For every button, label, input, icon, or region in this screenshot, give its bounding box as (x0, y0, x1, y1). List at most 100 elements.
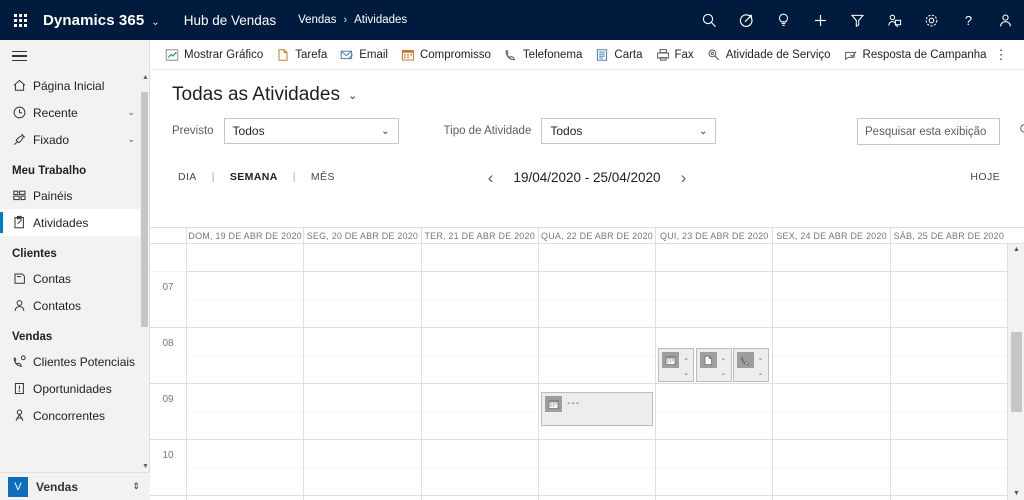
command-resposta-de-campanha[interactable]: Resposta de Campanha (840, 40, 996, 70)
filter-select-tipo-de-atividade[interactable]: Todos ⌄ (541, 118, 717, 144)
user-avatar-icon[interactable] (987, 0, 1024, 40)
calendar-date-range: 19/04/2020 - 25/04/2020 (513, 169, 661, 185)
sidebar-item-oportunidades[interactable]: Oportunidades (0, 375, 149, 402)
calendar-event[interactable]: --- (732, 348, 769, 382)
app-launcher-waffle-icon[interactable] (0, 0, 40, 40)
settings-gear-icon[interactable] (913, 0, 950, 40)
clock-icon (12, 105, 33, 120)
chevron-down-icon[interactable]: ⌄ (381, 126, 389, 137)
sidebar-item-recente[interactable]: Recente ⌄ (0, 99, 149, 126)
command-label: Carta (614, 48, 643, 61)
sidebar-item-label: Clientes Potenciais (33, 354, 136, 369)
sidebar-item-contas[interactable]: Contas (0, 265, 149, 292)
appointment-icon (545, 396, 563, 412)
time-label: 07 (162, 282, 174, 293)
day-header-sab: SÁB, 25 DE ABR DE 2020 (889, 228, 1007, 243)
command-telefonema[interactable]: Telefonema (500, 40, 591, 70)
brand-dynamics365[interactable]: Dynamics 365 ⌄ (43, 12, 160, 29)
calendar-event[interactable]: --- (695, 348, 732, 382)
chevron-down-icon[interactable]: ⌄ (348, 89, 357, 102)
area-switcher-updown-icon[interactable]: ⇕ (132, 482, 140, 491)
day-header-ter: TER, 21 DE ABR DE 2020 (420, 228, 538, 243)
calendar-tab-dia[interactable]: DIA (174, 171, 201, 183)
search-icon[interactable] (691, 0, 728, 40)
chevron-down-icon[interactable]: ⌄ (127, 134, 135, 145)
help-icon[interactable]: ? (950, 0, 987, 40)
sidebar-item-clientes-potenciais[interactable]: Clientes Potenciais (0, 348, 149, 375)
sidebar-item-atividades[interactable]: Atividades (0, 209, 149, 236)
sidebar-scrollbar-thumb[interactable] (141, 92, 148, 327)
time-row-09: 09 (150, 384, 186, 440)
breadcrumb-item-atividades[interactable]: Atividades (354, 14, 407, 26)
command-atividade-de-servico[interactable]: Atividade de Serviço (703, 40, 840, 70)
calendar-event-title: --- (567, 398, 581, 409)
chevron-down-icon[interactable]: ⌄ (127, 107, 135, 118)
calendar-scrollbar-thumb[interactable] (1011, 332, 1022, 412)
view-selector[interactable]: Todas as Atividades ⌄ (172, 84, 357, 106)
today-button[interactable]: HOJE (970, 171, 1000, 183)
sidebar-item-contatos[interactable]: Contatos (0, 292, 149, 319)
view-header: Todas as Atividades ⌄ (150, 70, 1024, 112)
previous-period-icon[interactable]: ‹ (488, 169, 494, 186)
lightbulb-icon[interactable] (765, 0, 802, 40)
breadcrumb-item-vendas[interactable]: Vendas (298, 14, 336, 26)
area-switcher[interactable]: V Vendas ⇕ (0, 472, 150, 500)
lead-icon (12, 354, 33, 369)
command-label: Fax (674, 48, 694, 61)
search-input[interactable] (865, 125, 1019, 138)
scroll-down-arrow-icon[interactable]: ▼ (142, 463, 149, 470)
tab-separator: | (292, 171, 296, 183)
command-carta[interactable]: Carta (591, 40, 651, 70)
command-label: Compromisso (419, 48, 491, 61)
area-badge: V (8, 476, 28, 497)
calendar-tab-mes[interactable]: MÊS (307, 171, 339, 183)
sitemap-scroll-area: Página Inicial Recente ⌄ Fixado ⌄ Meu Tr… (0, 72, 149, 472)
calendar-column-qui[interactable]: -- - - -- (655, 244, 773, 500)
calendar-body: 07 08 09 10 11 (150, 244, 1024, 500)
sidebar-item-fixado[interactable]: Fixado ⌄ (0, 126, 149, 153)
sidebar-item-paineis[interactable]: Painéis (0, 182, 149, 209)
add-icon[interactable] (802, 0, 839, 40)
filter-value: Todos (550, 124, 583, 138)
sidebar-item-concorrentes[interactable]: Concorrentes (0, 402, 149, 429)
search-box[interactable] (857, 118, 1024, 145)
command-mostrar-grafico[interactable]: Mostrar Gráfico (161, 40, 272, 70)
relationship-assistant-icon[interactable] (876, 0, 913, 40)
sidebar-item-pagina-inicial[interactable]: Página Inicial (0, 72, 149, 99)
scroll-down-arrow-icon[interactable]: ▼ (1013, 490, 1020, 497)
calendar-tab-semana[interactable]: SEMANA (226, 171, 282, 183)
calendar-column-dom[interactable] (186, 244, 304, 500)
sitemap-hamburger-icon[interactable] (0, 40, 149, 72)
command-overflow-icon[interactable]: ⋮ (988, 40, 1014, 70)
scroll-up-arrow-icon[interactable]: ▲ (142, 74, 149, 81)
assistant-icon[interactable] (728, 0, 765, 40)
calendar-column-sab[interactable] (889, 244, 1007, 500)
command-fax[interactable]: Fax (652, 40, 703, 70)
chevron-down-icon[interactable]: ⌄ (699, 126, 707, 137)
filter-icon[interactable] (839, 0, 876, 40)
calendar-toolbar: DIA | SEMANA | MÊS ‹ 19/04/2020 - 25/04/… (150, 160, 1024, 194)
calendar-column-qua[interactable]: --- (537, 244, 656, 500)
calendar-column-ter[interactable] (420, 244, 538, 500)
filter-select-previsto[interactable]: Todos ⌄ (223, 118, 399, 144)
command-label: Mostrar Gráfico (184, 48, 264, 61)
sidebar-item-label: Recente (33, 105, 78, 120)
calendar-column-sex[interactable] (772, 244, 890, 500)
app-name-label[interactable]: Hub de Vendas (184, 13, 276, 28)
command-tarefa[interactable]: Tarefa (272, 40, 336, 70)
calendar-scrollbar[interactable]: ▲ ▼ (1007, 244, 1024, 500)
brand-chevron-down-icon[interactable]: ⌄ (151, 17, 159, 28)
sidebar-scrollbar[interactable]: ▲ ▼ (140, 72, 149, 472)
command-email[interactable]: Email (336, 40, 397, 70)
calendar-column-seg[interactable] (303, 244, 421, 500)
account-icon (12, 271, 33, 286)
search-icon[interactable] (1019, 123, 1024, 141)
sidebar-group-clientes: Clientes (12, 248, 57, 260)
calendar-event[interactable]: --- (541, 392, 653, 426)
calendar-event[interactable]: --- (658, 348, 695, 382)
filter-label-tipo-de-atividade: Tipo de Atividade (443, 125, 532, 137)
time-row-10: 10 (150, 440, 186, 496)
next-period-icon[interactable]: › (681, 169, 687, 186)
scroll-up-arrow-icon[interactable]: ▲ (1013, 246, 1020, 253)
command-compromisso[interactable]: Compromisso (397, 40, 500, 70)
